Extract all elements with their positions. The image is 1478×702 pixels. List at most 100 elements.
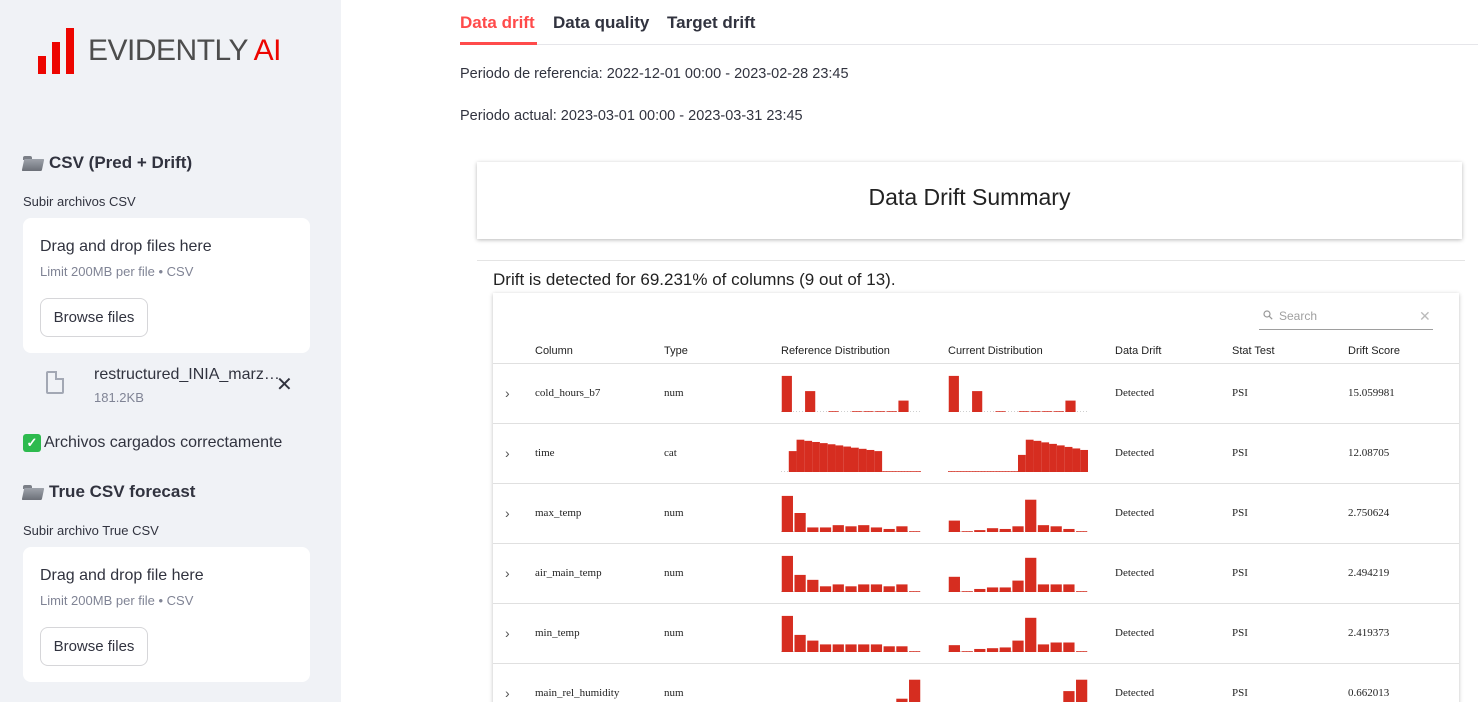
table-row[interactable]: › max_temp num Detected PSI 2.750624 — [493, 484, 1459, 544]
histogram-bar — [870, 644, 883, 652]
expand-chevron-icon[interactable]: › — [505, 685, 510, 701]
histogram-bar — [819, 527, 832, 532]
expand-chevron-icon[interactable]: › — [505, 625, 510, 641]
header-drift-score[interactable]: Drift Score — [1348, 345, 1400, 357]
histogram-bar — [974, 588, 986, 592]
histogram-bar — [986, 587, 999, 592]
histogram-bar — [972, 391, 983, 412]
header-type[interactable]: Type — [664, 345, 688, 357]
histogram-bar — [883, 528, 895, 532]
remove-file-icon[interactable]: ✕ — [276, 372, 293, 397]
cell-stat-test: PSI — [1232, 447, 1248, 459]
histogram-bar — [1012, 526, 1024, 532]
tab-data-drift[interactable]: Data drift — [460, 13, 535, 33]
current-histogram — [948, 439, 1088, 472]
histogram-bar — [874, 451, 883, 472]
histogram-bar — [1050, 642, 1062, 652]
table-row[interactable]: › min_temp num Detected PSI 2.419373 — [493, 604, 1459, 664]
reference-histogram — [781, 555, 921, 592]
current-histogram — [1063, 679, 1088, 702]
reference-period: Periodo de referencia: 2022-12-01 00:00 … — [460, 66, 849, 82]
true-csv-dropzone[interactable]: Drag and drop file here Limit 200MB per … — [23, 547, 310, 682]
histogram-bar — [781, 555, 793, 592]
histogram-bar — [955, 471, 964, 472]
histogram-bar — [963, 471, 972, 472]
true-csv-section-title: True CSV forecast — [23, 482, 195, 502]
header-data-drift[interactable]: Data Drift — [1115, 345, 1161, 357]
table-row[interactable]: › cold_hours_b7 num Detected PSI 15.059981 — [493, 364, 1459, 424]
success-text: Archivos cargados correctamente — [44, 434, 283, 451]
histogram-bar — [1076, 591, 1088, 592]
cell-column: time — [535, 447, 555, 459]
histogram-bar — [832, 525, 844, 532]
histogram-bar — [1050, 526, 1062, 532]
header-column[interactable]: Column — [535, 345, 573, 357]
report-tabs: Data drift Data quality Target drift — [460, 0, 1478, 45]
cell-drift-score: 15.059981 — [1348, 387, 1395, 399]
histogram-bar — [1012, 580, 1024, 592]
histogram-bar — [845, 586, 857, 592]
histogram-bar — [1063, 642, 1075, 652]
drift-card: Drift is detected for 69.231% of columns… — [477, 260, 1465, 702]
histogram-bar — [1063, 584, 1075, 592]
histogram-bar — [1018, 411, 1029, 412]
table-row[interactable]: › main_rel_humidity num Detected PSI 0.662013 — [493, 664, 1459, 702]
histogram-bar — [948, 471, 956, 472]
histogram-bar — [1025, 499, 1037, 532]
clear-search-icon[interactable]: ✕ — [1419, 308, 1431, 325]
reference-histogram — [781, 495, 921, 532]
histogram-bar — [979, 471, 987, 472]
cell-column: main_rel_humidity — [535, 687, 620, 699]
expand-chevron-icon[interactable]: › — [505, 565, 510, 581]
histogram-bar — [858, 644, 870, 652]
histogram-bar — [1053, 411, 1064, 412]
header-stat-test[interactable]: Stat Test — [1232, 345, 1275, 357]
histogram-bar — [886, 411, 897, 412]
histogram-bar — [905, 471, 914, 472]
histogram-bar — [794, 634, 806, 652]
cell-drift-score: 2.419373 — [1348, 627, 1390, 639]
cell-stat-test: PSI — [1232, 387, 1248, 399]
tab-data-quality[interactable]: Data quality — [553, 13, 649, 33]
cell-stat-test: PSI — [1232, 507, 1248, 519]
browse-files-button[interactable]: Browse files — [40, 298, 148, 337]
expand-chevron-icon[interactable]: › — [505, 445, 510, 461]
search-placeholder: Search — [1279, 309, 1318, 323]
histogram-bar — [883, 646, 895, 652]
histogram-bar — [845, 526, 857, 532]
histogram-bar — [961, 591, 973, 592]
success-message: ✓ Archivos cargados correctamente — [23, 434, 282, 452]
histogram-bar — [835, 445, 844, 472]
table-search[interactable]: Search ✕ — [1259, 307, 1433, 330]
cell-column: cold_hours_b7 — [535, 387, 601, 399]
logo-name: EVIDENTLY — [88, 34, 248, 67]
csv-dropzone[interactable]: Drag and drop files here Limit 200MB per… — [23, 218, 310, 353]
reference-histogram — [781, 375, 921, 412]
histogram-bar — [1065, 400, 1076, 412]
expand-chevron-icon[interactable]: › — [505, 385, 510, 401]
histogram-bar — [870, 527, 883, 532]
histogram-bar — [1041, 442, 1050, 472]
histogram-bar — [1056, 445, 1065, 472]
current-histogram — [948, 499, 1088, 532]
cell-type: num — [664, 507, 684, 519]
tab-target-drift[interactable]: Target drift — [667, 13, 755, 33]
histogram-bar — [1072, 448, 1081, 472]
browse-file-button[interactable]: Browse files — [40, 627, 148, 666]
histogram-bar — [1037, 584, 1050, 592]
table-row[interactable]: › air_main_temp num Detected PSI 2.494219 — [493, 544, 1459, 604]
histogram-bar — [851, 411, 862, 412]
histogram-bar — [1042, 411, 1053, 412]
histogram-bar — [909, 531, 921, 532]
file-size: 181.2KB — [94, 390, 144, 405]
histogram-bar — [819, 586, 832, 592]
histogram-bar — [819, 644, 832, 652]
current-histogram — [948, 375, 1088, 412]
histogram-bar — [999, 647, 1011, 652]
histogram-bar — [1025, 439, 1034, 472]
table-row[interactable]: › time cat Detected PSI 12.08705 — [493, 424, 1459, 484]
expand-chevron-icon[interactable]: › — [505, 505, 510, 521]
histogram-bar — [819, 443, 828, 472]
histogram-bar — [804, 440, 813, 472]
search-icon — [1263, 310, 1273, 320]
